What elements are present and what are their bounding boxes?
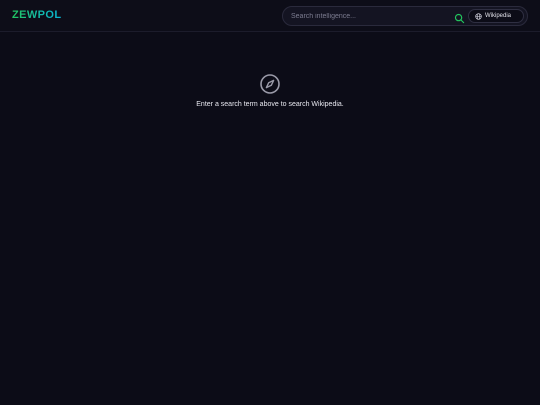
search-input[interactable]: [291, 10, 449, 23]
app-logo[interactable]: ZEWPOL: [12, 9, 61, 21]
globe-icon: [475, 12, 482, 20]
source-selector-button[interactable]: Wikipedia: [468, 9, 524, 23]
compass-icon: [259, 73, 281, 95]
empty-state-message: Enter a search term above to search Wiki…: [196, 101, 344, 108]
top-bar: ZEWPOL Wikipedia: [0, 0, 540, 32]
search-icon[interactable]: [454, 11, 465, 24]
empty-state: Enter a search term above to search Wiki…: [0, 73, 540, 108]
search-bar: Wikipedia: [282, 6, 528, 26]
source-selector-label: Wikipedia: [485, 13, 512, 19]
